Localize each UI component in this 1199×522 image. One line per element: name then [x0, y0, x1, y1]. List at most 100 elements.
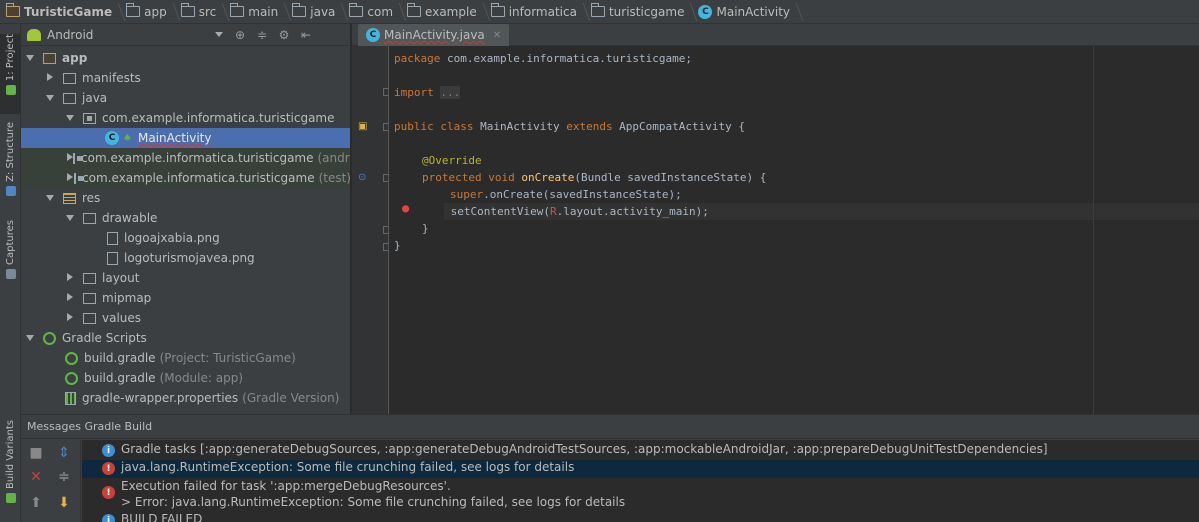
class-badge-icon[interactable]: ▣: [358, 121, 367, 132]
collapse-arrow-icon[interactable]: [45, 73, 55, 83]
message-row[interactable]: ! Execution failed for task ':app:mergeD…: [82, 478, 1199, 512]
module-folder-icon: [43, 52, 56, 64]
image-file-icon: [107, 231, 118, 245]
message-row-selected[interactable]: ! java.lang.RuntimeException: Some file …: [82, 460, 1199, 478]
close-icon[interactable]: ✕: [27, 468, 45, 486]
folder-icon: [590, 3, 605, 17]
tree-item-layout[interactable]: layout: [21, 268, 350, 288]
structure-icon: [5, 185, 16, 196]
tree-item-values[interactable]: values: [21, 308, 350, 328]
activity-badge-icon: ♠: [123, 132, 132, 144]
folder-icon: [83, 212, 96, 224]
project-tree: app manifests java com.example.informati…: [21, 46, 350, 414]
scroll-from-source-button[interactable]: ⊕: [231, 26, 249, 44]
project-folder-icon: [6, 3, 20, 17]
breadcrumb-item-com[interactable]: com: [349, 0, 407, 23]
messages-toolbar: ■ ⇕ ✕ ≑ ⬆ ⬇: [21, 440, 81, 522]
error-icon: !: [102, 486, 115, 499]
tree-item-logoajxabia[interactable]: logoajxabia.png: [21, 228, 350, 248]
expand-arrow-icon[interactable]: [45, 193, 55, 203]
expand-all-icon[interactable]: ⇕: [55, 444, 73, 462]
breadcrumb-item-mainactivity[interactable]: C MainActivity: [698, 0, 804, 23]
tab-mainactivity-java[interactable]: C MainActivity.java ✕: [358, 24, 510, 46]
properties-file-icon: [65, 391, 76, 405]
up-arrow-icon[interactable]: ⬆: [27, 494, 45, 512]
folder-icon: [407, 3, 422, 17]
android-icon: [5, 492, 16, 503]
gradle-icon: [65, 351, 78, 365]
package-icon: [73, 172, 82, 184]
gear-icon[interactable]: ⚙: [275, 26, 293, 44]
gradle-icon: [65, 371, 78, 385]
code-line-7: @Override: [422, 154, 482, 167]
tab-structure[interactable]: Z: Structure: [0, 122, 21, 212]
messages-panel: Messages Gradle Build ■ ⇕ ✕ ≑ ⬆ ⬇ i Grad…: [21, 414, 1199, 522]
tree-item-package[interactable]: com.example.informatica.turisticgame: [21, 108, 350, 128]
expand-arrow-icon[interactable]: [65, 113, 75, 123]
class-icon: C: [105, 131, 119, 145]
tree-item-build-gradle-project[interactable]: build.gradle (Project: TuristicGame): [21, 348, 350, 368]
message-row[interactable]: i BUILD FAILED: [82, 512, 1199, 522]
tree-item-logoturismojavea[interactable]: logoturismojavea.png: [21, 248, 350, 268]
tree-item-gradle-scripts[interactable]: Gradle Scripts: [21, 328, 350, 348]
tree-item-mipmap[interactable]: mipmap: [21, 288, 350, 308]
code-line-8: protected void onCreate(Bundle savedInst…: [422, 171, 767, 184]
collapse-arrow-icon[interactable]: [65, 313, 75, 323]
tree-item-app[interactable]: app: [21, 48, 350, 68]
export-icon[interactable]: ⬇: [55, 494, 73, 512]
breadcrumb-item-app[interactable]: app: [126, 0, 181, 23]
project-view-dropdown[interactable]: Android: [27, 25, 227, 45]
tree-item-package-androidtest[interactable]: com.example.informatica.turisticgame (an…: [21, 148, 350, 168]
folder-icon: [63, 72, 76, 84]
tab-captures[interactable]: Captures: [0, 220, 21, 290]
collapse-all-icon[interactable]: ≑: [55, 468, 73, 486]
module-folder-icon: [126, 3, 141, 17]
tree-item-java[interactable]: java: [21, 88, 350, 108]
breadcrumb-item-main[interactable]: main: [230, 0, 292, 23]
code-line-5: public class MainActivity extends AppCom…: [394, 120, 746, 133]
tree-item-package-test[interactable]: com.example.informatica.turisticgame (te…: [21, 168, 350, 188]
info-icon: i: [102, 444, 115, 457]
folder-icon: [349, 3, 364, 17]
folder-icon: [180, 3, 195, 17]
tree-item-mainactivity[interactable]: C ♠ MainActivity: [21, 128, 350, 148]
collapse-arrow-icon[interactable]: [65, 293, 75, 303]
breadcrumb-item-example[interactable]: example: [407, 0, 491, 23]
breadcrumb-item-informatica[interactable]: informatica: [490, 0, 591, 23]
tab-project[interactable]: 1: Project: [0, 34, 21, 114]
override-marker-icon[interactable]: ⊙: [358, 172, 366, 183]
error-icon: !: [102, 462, 115, 475]
message-text-block: Execution failed for task ':app:mergeDeb…: [121, 479, 626, 509]
collapse-arrow-icon[interactable]: [65, 173, 70, 183]
tab-build-variants[interactable]: Build Variants: [0, 420, 21, 512]
breadcrumb-item-project[interactable]: TuristicGame: [6, 0, 126, 23]
expand-arrow-icon[interactable]: [45, 93, 55, 103]
expand-arrow-icon[interactable]: [25, 53, 35, 63]
close-icon[interactable]: ✕: [493, 30, 501, 41]
code-editor[interactable]: package com.example.informatica.turistic…: [389, 46, 1199, 414]
folder-icon: [230, 3, 245, 17]
collapse-all-button[interactable]: ≑: [253, 26, 271, 44]
breadcrumb-item-src[interactable]: src: [180, 0, 231, 23]
tree-item-build-gradle-module[interactable]: build.gradle (Module: app): [21, 368, 350, 388]
code-line-12: }: [394, 239, 401, 252]
error-bulb-icon[interactable]: ●: [402, 201, 409, 215]
class-icon: C: [698, 4, 713, 19]
folder-icon: [63, 92, 76, 104]
code-line-11: }: [422, 222, 429, 235]
breadcrumb-item-java[interactable]: java: [292, 0, 349, 23]
expand-arrow-icon[interactable]: [65, 213, 75, 223]
hide-panel-button[interactable]: ⇤: [297, 26, 315, 44]
message-row[interactable]: i Gradle tasks [:app:generateDebugSource…: [82, 442, 1199, 460]
tree-item-manifests[interactable]: manifests: [21, 68, 350, 88]
tree-item-drawable[interactable]: drawable: [21, 208, 350, 228]
breadcrumb-item-turisticgame[interactable]: turisticgame: [590, 0, 699, 23]
code-line-3: import ...: [394, 86, 461, 99]
stop-icon[interactable]: ■: [27, 444, 45, 462]
collapse-arrow-icon[interactable]: [65, 273, 75, 283]
expand-arrow-icon[interactable]: [25, 333, 35, 343]
messages-list: i Gradle tasks [:app:generateDebugSource…: [82, 440, 1199, 522]
tree-item-res[interactable]: res: [21, 188, 350, 208]
info-icon: i: [102, 514, 115, 522]
tree-item-gradle-wrapper[interactable]: gradle-wrapper.properties (Gradle Versio…: [21, 388, 350, 408]
